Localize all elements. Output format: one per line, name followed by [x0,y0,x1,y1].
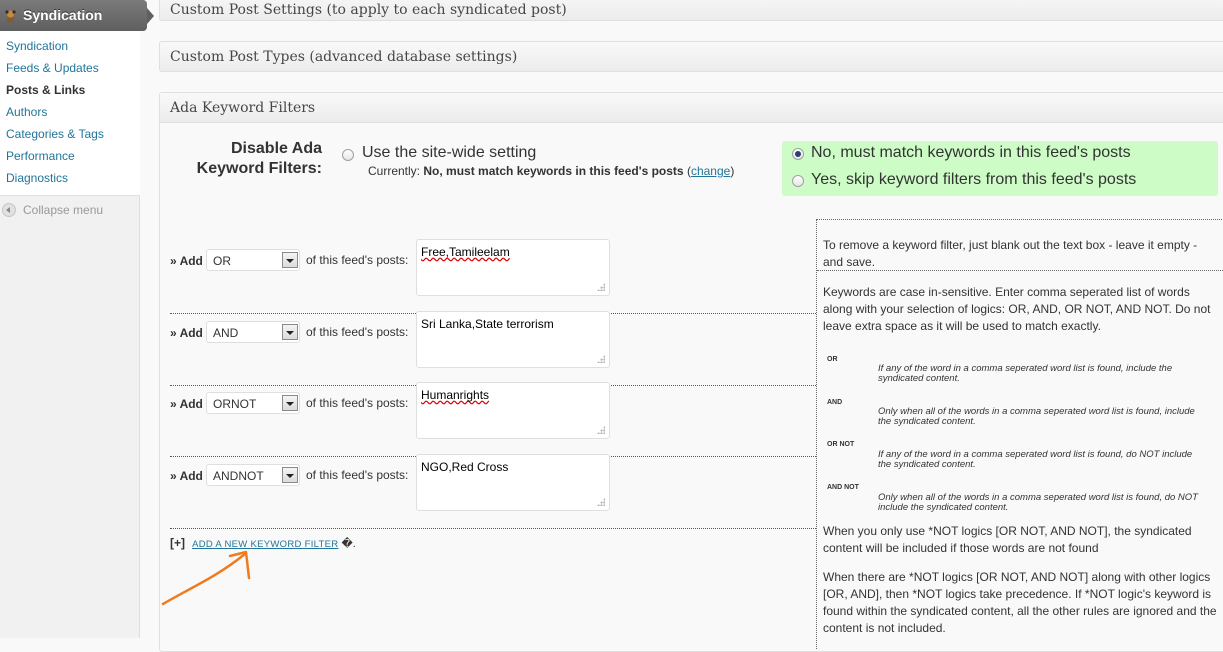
of-feed-posts-label: of this feed's posts: [306,253,409,267]
postbox-title: Custom Post Types (advanced database set… [170,49,518,65]
syndication-submenu: Syndication Feeds & Updates Posts & Link… [0,31,140,196]
keyword-filter-row: » Add OR of this feed's posts: Free,Tami… [170,239,816,319]
keyword-filter-row: » Add AND of this feed's posts: Sri Lank… [170,311,816,391]
keywords-textarea[interactable]: Free,Tamileelam [416,239,610,296]
logic-select[interactable]: ANDNOT [206,464,300,486]
currently-value: No, must match keywords in this feed's p… [423,164,684,178]
logic-name-or: OR [827,356,838,363]
logic-select[interactable]: AND [206,321,300,343]
dropdown-arrow-icon[interactable] [282,395,298,411]
logic-name-and: AND [827,399,843,406]
of-feed-posts-label: of this feed's posts: [306,468,409,482]
help-panel: To remove a keyword filter, just blank o… [816,219,1223,649]
disable-label-line1: Disable Ada [231,140,322,157]
dropdown-arrow-icon[interactable] [282,467,298,483]
change-close-paren: ) [730,164,735,178]
skip-filters-radio[interactable] [792,175,804,187]
site-wide-option-label[interactable]: Use the site-wide setting [362,144,536,162]
of-feed-posts-label: of this feed's posts: [306,325,409,339]
resize-grip-icon[interactable] [597,355,605,363]
logic-select[interactable]: ORNOT [206,392,300,414]
must-match-radio[interactable] [792,148,804,160]
logic-name-and-not: AND NOT [827,484,859,491]
resize-grip-icon[interactable] [597,283,605,291]
logic-value: ORNOT [213,397,257,411]
submenu-item-syndication[interactable]: Syndication [0,35,140,57]
logic-select[interactable]: OR [206,249,300,271]
keyword-filter-row: » Add ORNOT of this feed's posts: Humanr… [170,382,816,462]
current-setting-text: Currently: No, must match keywords in th… [368,164,734,178]
postbox-custom-post-settings[interactable]: Custom Post Settings (to apply to each s… [159,0,1223,21]
must-match-option-label[interactable]: No, must match keywords in this feed's p… [811,144,1131,162]
submenu-item-feeds-updates[interactable]: Feeds & Updates [0,57,140,79]
logic-desc-or-not: If any of the word in a comma seperated … [878,449,1193,470]
keyword-filter-row: » Add ANDNOT of this feed's posts: NGO,R… [170,454,816,534]
add-label: » Add [170,326,203,340]
help-not-only-note: When you only use *NOT logics [OR NOT, A… [823,524,1192,555]
syndication-plugin-icon [5,10,16,22]
keywords-textarea[interactable]: Sri Lanka,State terrorism [416,311,610,368]
collapse-arrow-icon [2,203,16,217]
add-label: » Add [170,397,203,411]
resize-grip-icon[interactable] [597,498,605,506]
dropdown-arrow-icon[interactable] [282,252,298,268]
logic-desc-or: If any of the word in a comma seperated … [878,363,1173,384]
add-label: » Add [170,469,203,483]
of-feed-posts-label: of this feed's posts: [306,396,409,410]
skip-filters-option-label[interactable]: Yes, skip keyword filters from this feed… [811,171,1136,189]
submenu-item-posts-links[interactable]: Posts & Links [0,79,140,101]
keywords-textarea[interactable]: NGO,Red Cross [416,454,610,511]
postbox-title: Custom Post Settings (to apply to each s… [170,2,567,18]
keywords-text: Free,Tamileelam [421,245,510,259]
add-new-suffix: �. [341,538,356,550]
submenu-item-diagnostics[interactable]: Diagnostics [0,167,140,189]
menu-title: Syndication [23,7,103,23]
logic-name-or-not: OR NOT [827,441,855,448]
submenu-item-performance[interactable]: Performance [0,145,140,167]
keywords-textarea[interactable]: Humanrights [416,382,610,439]
keywords-text: Humanrights [421,388,490,402]
dropdown-arrow-icon[interactable] [282,324,298,340]
syndication-menu-header[interactable]: Syndication [0,0,154,31]
help-divider [817,270,1223,271]
keywords-text: NGO,Red Cross [421,460,509,474]
admin-sidebar: Syndication Syndication Feeds & Updates … [0,0,154,638]
resize-grip-icon[interactable] [597,426,605,434]
disable-filters-label: Disable Ada Keyword Filters: [196,139,322,179]
postbox-header[interactable]: Ada Keyword Filters [160,93,1223,123]
logic-desc-and-not: Only when all of the words in a comma se… [878,492,1198,513]
add-label: » Add [170,254,203,268]
submenu-item-authors[interactable]: Authors [0,101,140,123]
logic-value: OR [213,254,231,268]
current-menu-arrow [147,8,154,24]
logic-value: ANDNOT [213,469,264,483]
logic-desc-and: Only when all of the words in a comma se… [878,406,1195,427]
help-remove-note: To remove a keyword filter, just blank o… [823,238,1198,269]
site-wide-radio[interactable] [342,149,354,161]
submenu-item-categories-tags[interactable]: Categories & Tags [0,123,140,145]
help-precedence-note: When there are *NOT logics [OR NOT, AND … [823,570,1217,635]
change-link[interactable]: change [691,164,730,178]
currently-prefix: Currently: [368,164,421,178]
disable-label-line2: Keyword Filters: [196,160,322,177]
keywords-text: Sri Lanka,State terrorism [421,317,554,331]
logic-value: AND [213,326,239,340]
collapse-menu-button[interactable]: Collapse menu [0,201,140,219]
collapse-menu-label: Collapse menu [23,203,104,217]
help-keywords-note: Keywords are case in-sensitive. Enter co… [823,285,1211,333]
postbox-title: Ada Keyword Filters [170,100,316,116]
row-divider [170,528,816,529]
annotation-arrow-icon [161,550,251,606]
postbox-custom-post-types[interactable]: Custom Post Types (advanced database set… [159,41,1223,72]
